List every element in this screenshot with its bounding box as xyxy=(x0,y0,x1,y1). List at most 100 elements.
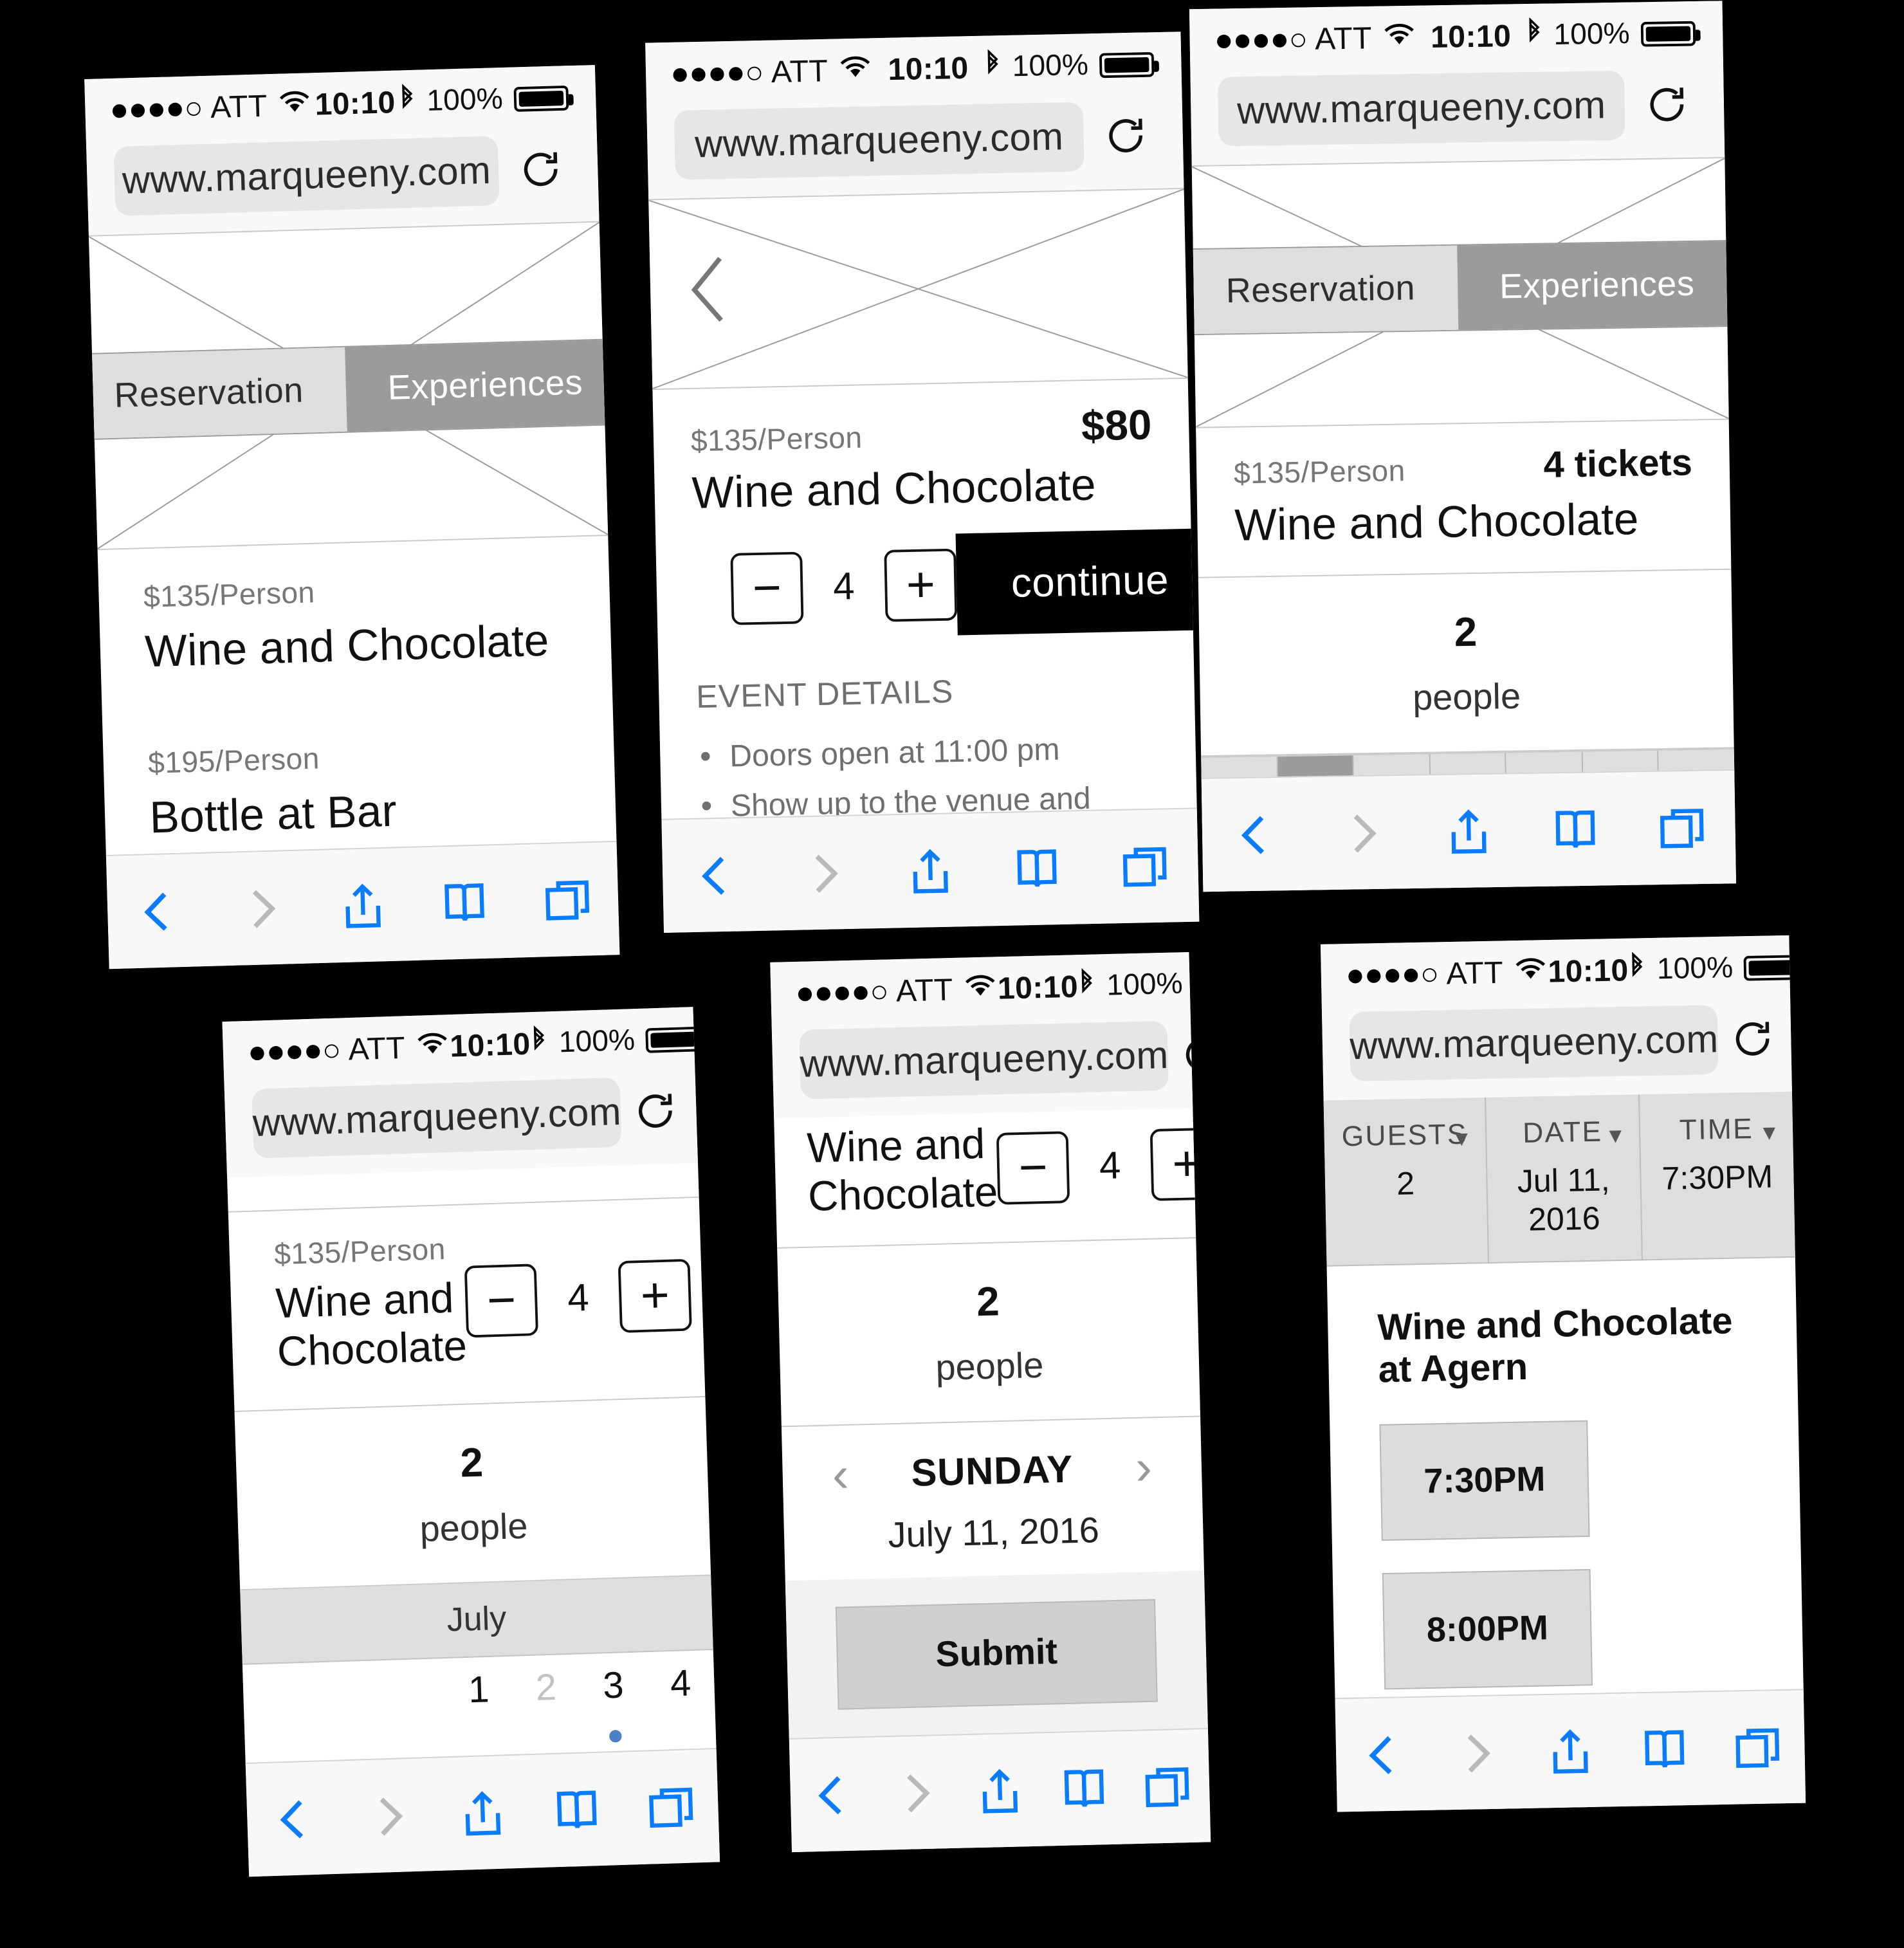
url-input[interactable]: www.marqueeny.com xyxy=(1349,1004,1719,1081)
back-chevron-icon[interactable] xyxy=(1229,805,1282,863)
chevron-down-icon[interactable]: ▾ xyxy=(1609,1119,1622,1151)
forward-chevron-icon[interactable] xyxy=(1335,804,1388,862)
list-item[interactable]: $135/Person Wine and Chocolate xyxy=(98,536,613,716)
book-icon[interactable] xyxy=(438,874,491,932)
share-icon[interactable] xyxy=(973,1761,1027,1820)
browser-toolbar[interactable] xyxy=(1201,769,1737,892)
reload-icon[interactable] xyxy=(1730,1016,1776,1062)
reload-icon[interactable] xyxy=(1095,113,1156,158)
people-count: 2 xyxy=(976,1278,1000,1325)
forward-chevron-icon[interactable] xyxy=(1450,1724,1503,1782)
decrement-button[interactable]: − xyxy=(996,1131,1070,1205)
hero-image-placeholder: Reservation Experiences xyxy=(1189,157,1737,428)
book-icon[interactable] xyxy=(1011,840,1064,897)
increment-button[interactable]: + xyxy=(884,548,958,622)
increment-button[interactable]: + xyxy=(618,1258,693,1333)
back-chevron-icon[interactable] xyxy=(805,1766,859,1824)
time-slot-button[interactable]: 7:30PM xyxy=(1379,1420,1590,1541)
status-bar-right: 100% xyxy=(398,78,569,122)
quantity-stepper[interactable]: − 4 + xyxy=(464,1258,693,1338)
browser-url-bar[interactable]: www.marqueeny.com xyxy=(646,96,1184,199)
browser-toolbar[interactable] xyxy=(105,840,620,969)
tabs-icon[interactable] xyxy=(644,1778,698,1836)
tabs-icon[interactable] xyxy=(540,870,594,929)
carrier-label: ATT xyxy=(771,53,828,89)
chevron-down-icon[interactable]: ▾ xyxy=(1762,1117,1775,1148)
tabs-icon[interactable] xyxy=(1140,1758,1194,1816)
tab-reservation[interactable]: Reservation xyxy=(84,347,347,439)
back-chevron-icon[interactable] xyxy=(690,846,743,904)
browser-url-bar[interactable]: www.marqueeny.com xyxy=(224,1071,699,1178)
guests-selector[interactable]: GUESTS 2 ▾ xyxy=(1323,1097,1489,1265)
browser-toolbar[interactable] xyxy=(1335,1689,1806,1812)
continue-button[interactable]: continue xyxy=(955,528,1200,636)
browser-toolbar[interactable] xyxy=(245,1748,720,1877)
share-icon[interactable] xyxy=(336,876,389,935)
time-selector[interactable]: TIME 7:30PM ▾ xyxy=(1640,1092,1795,1260)
booking-summary-bar[interactable]: GUESTS 2 ▾ DATE Jul 11, 2016 ▾ TIME 7:30… xyxy=(1323,1091,1795,1267)
url-input[interactable]: www.marqueeny.com xyxy=(113,136,500,216)
url-input[interactable]: www.marqueeny.com xyxy=(252,1077,623,1159)
people-label: people xyxy=(419,1507,529,1550)
signal-dots-icon xyxy=(250,1043,339,1060)
forward-chevron-icon[interactable] xyxy=(797,844,850,902)
url-input[interactable]: www.marqueeny.com xyxy=(673,102,1085,180)
browser-url-bar[interactable]: www.marqueeny.com xyxy=(1190,65,1725,166)
browser-toolbar[interactable] xyxy=(661,807,1200,933)
tabs-icon[interactable] xyxy=(1118,838,1171,896)
chevron-down-icon[interactable]: ▾ xyxy=(1455,1123,1468,1154)
forward-chevron-icon[interactable] xyxy=(890,1763,943,1822)
quantity-stepper[interactable]: − 4 + xyxy=(996,1127,1211,1205)
book-icon[interactable] xyxy=(1549,800,1602,858)
clock-label: 10:10 xyxy=(314,84,396,122)
time-value: 7:30PM xyxy=(1661,1157,1773,1197)
share-icon[interactable] xyxy=(456,1784,510,1842)
item-price: $195/Person xyxy=(147,742,320,781)
reload-icon[interactable] xyxy=(633,1088,679,1134)
battery-icon xyxy=(1640,21,1696,47)
share-icon[interactable] xyxy=(904,841,957,899)
forward-chevron-icon[interactable] xyxy=(362,1787,416,1845)
forward-chevron-icon[interactable] xyxy=(234,879,288,937)
submit-button[interactable]: Submit xyxy=(835,1599,1158,1710)
next-chevron-icon[interactable]: › xyxy=(1135,1440,1153,1495)
browser-toolbar[interactable] xyxy=(789,1727,1211,1853)
browser-url-bar[interactable]: www.marqueeny.com xyxy=(86,129,600,235)
book-icon[interactable] xyxy=(1057,1760,1110,1818)
venue-title: Wine and Chocolate at Agern xyxy=(1377,1301,1733,1391)
url-input[interactable]: www.marqueeny.com xyxy=(1217,70,1625,147)
share-icon[interactable] xyxy=(1544,1722,1597,1780)
back-chevron-icon[interactable] xyxy=(268,1790,322,1848)
time-slot-button[interactable]: 8:00PM xyxy=(1382,1568,1593,1690)
url-input[interactable]: www.marqueeny.com xyxy=(799,1020,1169,1099)
back-chevron-icon[interactable] xyxy=(132,882,185,941)
reload-icon[interactable] xyxy=(1637,82,1698,127)
detail-header: $135/Person $80 Wine and Chocolate xyxy=(652,379,1191,520)
book-icon[interactable] xyxy=(1638,1720,1691,1778)
tabs-icon[interactable] xyxy=(1656,799,1708,857)
tab-experiences[interactable]: Experiences xyxy=(344,339,620,432)
battery-percent-label: 100% xyxy=(1106,967,1184,1003)
decrement-button[interactable]: − xyxy=(464,1263,539,1338)
tabs-icon[interactable] xyxy=(1731,1718,1784,1776)
book-icon[interactable] xyxy=(550,1781,604,1839)
prev-chevron-icon[interactable]: ‹ xyxy=(832,1447,850,1502)
decrement-button[interactable]: − xyxy=(730,551,804,625)
segmented-tabs[interactable]: Reservation Experiences xyxy=(1189,239,1737,336)
tab-experiences[interactable]: Experiences xyxy=(1456,241,1737,330)
status-bar-right: 100% xyxy=(1077,964,1211,1006)
browser-url-bar[interactable]: www.marqueeny.com xyxy=(771,1016,1211,1119)
back-chevron-icon[interactable] xyxy=(679,253,738,326)
browser-url-bar[interactable]: www.marqueeny.com xyxy=(1321,1000,1792,1101)
tab-reservation[interactable]: Reservation xyxy=(1189,245,1458,335)
increment-button[interactable]: + xyxy=(1149,1127,1211,1201)
reload-icon[interactable] xyxy=(510,146,571,192)
reload-icon[interactable] xyxy=(1180,1032,1211,1078)
back-chevron-icon[interactable] xyxy=(1357,1725,1410,1783)
date-selector[interactable]: DATE Jul 11, 2016 ▾ xyxy=(1485,1094,1643,1263)
phone-screen-time-picker: ATT 10:10 100% www.marqueeny.com Wine an… xyxy=(770,951,1211,1853)
quantity-stepper[interactable]: − 4 + xyxy=(693,548,958,626)
share-icon[interactable] xyxy=(1442,802,1495,860)
status-bar-right: 100% xyxy=(530,1020,702,1063)
segmented-tabs[interactable]: Reservation Experiences xyxy=(84,338,620,441)
